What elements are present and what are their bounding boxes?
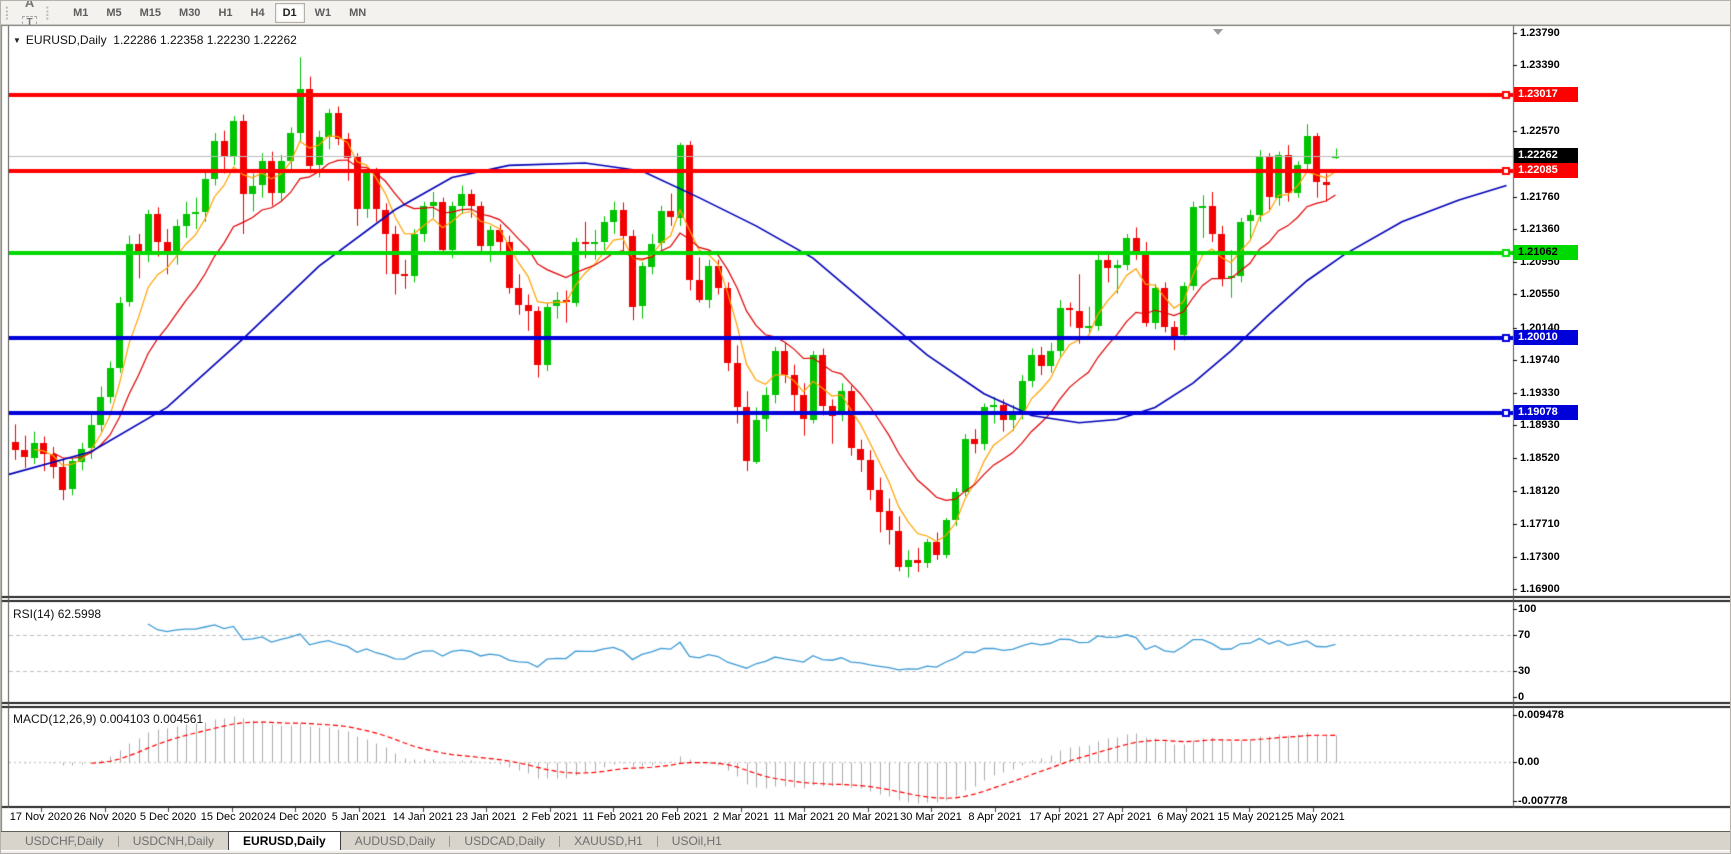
- chart-window: ▼EURUSD,Daily 1.22286 1.22358 1.22230 1.…: [1, 25, 1731, 831]
- price-chart-canvas[interactable]: [1, 25, 1731, 831]
- timeframe-m15-button[interactable]: M15: [132, 3, 169, 23]
- mt4-terminal: ⡇ FAT⇅▾ ⡇ M1M5M15M30H1H4D1W1MN ▼EURUSD,D…: [0, 0, 1731, 854]
- text-label-tool-button[interactable]: A: [19, 0, 41, 13]
- tab-audusd-daily[interactable]: AUDUSD,Daily: [341, 833, 450, 850]
- tab-usdchf-daily[interactable]: USDCHF,Daily: [11, 833, 118, 850]
- text-label-icon: A: [25, 0, 34, 10]
- tab-usdcad-daily[interactable]: USDCAD,Daily: [450, 833, 559, 850]
- timeframe-mn-button[interactable]: MN: [341, 3, 374, 23]
- timeframe-d1-button[interactable]: D1: [275, 3, 305, 23]
- timeframe-h4-button[interactable]: H4: [243, 3, 273, 23]
- timeframe-m5-button[interactable]: M5: [98, 3, 129, 23]
- timeframe-w1-button[interactable]: W1: [307, 3, 340, 23]
- toolbar: ⡇ FAT⇅▾ ⡇ M1M5M15M30H1H4D1W1MN: [1, 1, 1731, 25]
- symbol-tabbar: USDCHF,DailyUSDCNH,DailyEURUSD,DailyAUDU…: [1, 831, 1731, 850]
- tab-usoil-h1[interactable]: USOil,H1: [658, 833, 736, 850]
- tab-eurusd-daily[interactable]: EURUSD,Daily: [228, 831, 341, 850]
- timeframe-toolbar: M1M5M15M30H1H4D1W1MN: [64, 3, 375, 23]
- timeframe-m30-button[interactable]: M30: [171, 3, 208, 23]
- tab-xauusd-h1[interactable]: XAUUSD,H1: [560, 833, 657, 850]
- toolbar-grip[interactable]: ⡇: [4, 5, 14, 21]
- tab-usdcnh-daily[interactable]: USDCNH,Daily: [119, 833, 228, 850]
- status-strip: [1, 850, 1731, 854]
- timeframe-toolbar-grip[interactable]: ⡇: [45, 5, 55, 21]
- timeframe-h1-button[interactable]: H1: [210, 3, 240, 23]
- timeframe-m1-button[interactable]: M1: [65, 3, 96, 23]
